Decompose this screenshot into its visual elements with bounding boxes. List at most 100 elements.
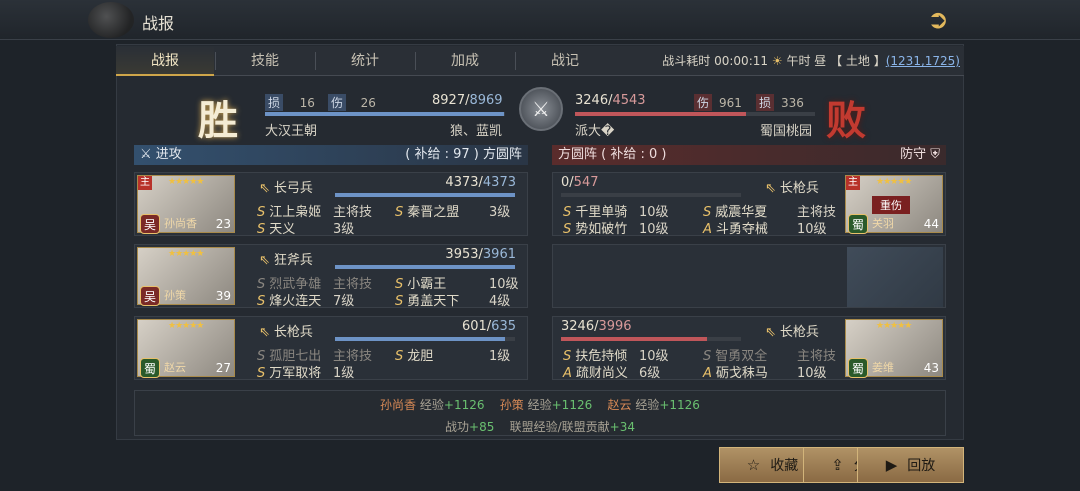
general-level: 44: [923, 217, 939, 231]
sword-icon: ⚔: [140, 147, 152, 162]
skill-name: 势如破竹: [575, 222, 628, 237]
left-hurt: 伤 26: [328, 94, 376, 111]
exp-name: 孙尚香: [380, 398, 417, 412]
troop-max: 4373: [482, 175, 516, 190]
defend-formation: 方圆阵 ( 补给 : 0 ): [558, 147, 667, 162]
top-bar: 战报 ➲: [0, 0, 1080, 40]
unit-type: ⇖ 长枪兵: [765, 321, 819, 340]
tab-stats[interactable]: 统计: [316, 46, 414, 76]
skill-level: 3级: [489, 205, 511, 220]
collect-label: 收藏: [770, 458, 799, 474]
left-loss: 损 16: [265, 94, 315, 111]
unit-type-icon: ⇖: [259, 325, 270, 340]
troop-count: 3246/3996: [561, 319, 632, 334]
right-loss: 损 336: [756, 94, 804, 111]
troop-bar: [561, 337, 741, 341]
exp-name: 孙策: [499, 398, 524, 412]
main-general-tag: 主: [846, 176, 860, 190]
troop-count: 3953/3961: [445, 247, 516, 262]
skill-level: 7级: [333, 294, 355, 309]
skill-level: 1级: [489, 349, 511, 364]
skill-grade: A: [563, 366, 572, 381]
skill-level: 10级: [639, 222, 669, 237]
faction-badge: 蜀: [848, 358, 868, 378]
right-troop-bar: [575, 112, 815, 116]
troop-count: 4373/4373: [445, 175, 516, 190]
right-player: 派大�: [575, 124, 615, 139]
troop-max: 3996: [598, 319, 632, 334]
star-rating: ★★★★★: [876, 177, 912, 187]
exp-label: 经验: [527, 398, 552, 412]
empty-general-silhouette: [847, 247, 943, 307]
tab-skills[interactable]: 技能: [216, 46, 314, 76]
skill-name: 斗勇夺械: [715, 222, 768, 237]
unit-type-label: 长枪兵: [779, 181, 819, 196]
skill-grade: S: [395, 205, 404, 220]
skill-entry[interactable]: S 勇盖天下: [395, 290, 459, 309]
skill-entry[interactable]: A 疏财尚义: [563, 362, 628, 381]
general-card[interactable]: ★★★★★ 主吴孙尚香 23 ⇖ 长弓兵 4373/4373 S 江上枭姬 主将技 S 秦晋之盟 3级…: [134, 172, 528, 237]
general-portrait[interactable]: ★★★★★ 吴孙策 39: [137, 247, 235, 306]
star-rating: ★★★★★: [876, 321, 912, 331]
troop-current: 3246: [561, 319, 595, 334]
general-level: 43: [923, 361, 939, 375]
time-of-day: 午时 昼: [786, 54, 827, 68]
general-name: 赵云: [164, 361, 186, 374]
unit-type-icon: ⇖: [765, 181, 776, 196]
skill-grade: A: [703, 222, 712, 237]
general-card[interactable]: ★★★★★ 吴孙策 39 ⇖ 狂斧兵 3953/3961 S 烈武争雄 主将技 S 小霸王 10级 S 烽…: [134, 244, 528, 309]
skill-entry[interactable]: S 秦晋之盟: [395, 201, 459, 220]
skill-entry[interactable]: S 万军取将: [257, 362, 321, 381]
troop-count: 0/547: [561, 175, 599, 190]
alliance-label: 联盟经验/联盟贡献: [509, 420, 610, 434]
skill-entry[interactable]: S 龙胆: [395, 345, 433, 364]
general-portrait[interactable]: ★★★★★ 主蜀关羽 44 重伤: [845, 175, 943, 234]
troop-bar-fill: [561, 337, 708, 341]
skill-entry[interactable]: A 斗勇夺械: [703, 218, 768, 237]
skill-name: 天义: [269, 222, 296, 237]
general-name: 姜维: [872, 361, 894, 374]
general-level: 23: [215, 217, 231, 231]
skill-name: 万军取将: [269, 366, 322, 381]
faction-badge: 蜀: [848, 214, 868, 234]
unit-type-label: 长弓兵: [273, 181, 313, 196]
left-troops: 8927/8969: [432, 93, 503, 108]
troop-current: 601: [461, 319, 487, 334]
general-card[interactable]: ★★★★★ 蜀赵云 27 ⇖ 长枪兵 601/635 S 孤胆七出 主将技 S 龙胆 1级 S 万军取将 1…: [134, 316, 528, 381]
tab-bar: 战报 技能 统计 加成 战记 战斗耗时 00:00:11 ☀ 午时 昼 【 土地…: [116, 46, 964, 76]
victory-mark: 胜: [198, 97, 238, 144]
troop-bar-fill: [335, 337, 506, 341]
defend-label-wrap: 防守 ⛨: [900, 145, 940, 165]
troop-current: 4373: [445, 175, 479, 190]
tab-bonus[interactable]: 加成: [416, 46, 514, 76]
play-icon: ▶: [885, 456, 898, 474]
tab-report[interactable]: 战报: [116, 46, 214, 76]
troop-current: 3953: [445, 247, 479, 262]
exp-value: +1126: [551, 398, 593, 412]
general-card[interactable]: ★★★★★ 蜀姜维 43 ⇖ 长枪兵 3246/3996 S 扶危持倾 10级 S 智勇双全 主将技 A…: [552, 316, 946, 381]
star-rating: ★★★★★: [168, 249, 204, 259]
skill-entry[interactable]: S 天义: [257, 218, 295, 237]
skill-entry[interactable]: A 砺戈秣马: [703, 362, 768, 381]
defend-header: 方圆阵 ( 补给 : 0 ) 防守 ⛨: [552, 145, 946, 165]
tab-records[interactable]: 战记: [516, 46, 614, 76]
skill-entry[interactable]: S 烽火连天: [257, 290, 321, 309]
skill-grade: S: [563, 222, 572, 237]
skill-entry[interactable]: S 势如破竹: [563, 218, 627, 237]
rewards-footer: 孙尚香 经验+1126 孙策 经验+1126 赵云 经验+1126 战功+85 …: [134, 390, 946, 436]
dragon-back-icon[interactable]: ➲: [927, 5, 949, 35]
general-portrait[interactable]: ★★★★★ 蜀姜维 43: [845, 319, 943, 378]
skill-level: 10级: [797, 222, 827, 237]
general-card[interactable]: ★★★★★ 主蜀关羽 44 重伤 ⇖ 长枪兵 0/547 S 千里单骑 10级 S 威震华夏 主将技 S 势…: [552, 172, 946, 237]
faction-badge: 蜀: [140, 358, 160, 378]
troop-bar-fill: [335, 193, 515, 197]
skill-name: 龙胆: [407, 349, 434, 364]
general-portrait[interactable]: ★★★★★ 主吴孙尚香 23: [137, 175, 235, 234]
replay-button[interactable]: ▶ 回放: [857, 447, 964, 483]
general-portrait[interactable]: ★★★★★ 蜀赵云 27: [137, 319, 235, 378]
coords-link[interactable]: (1231,1725): [886, 54, 960, 68]
terrain: 【 土地 】: [830, 54, 886, 68]
merit-label: 战功: [445, 420, 470, 434]
back-button[interactable]: ➲: [912, 4, 964, 36]
troop-bar: [335, 265, 515, 269]
